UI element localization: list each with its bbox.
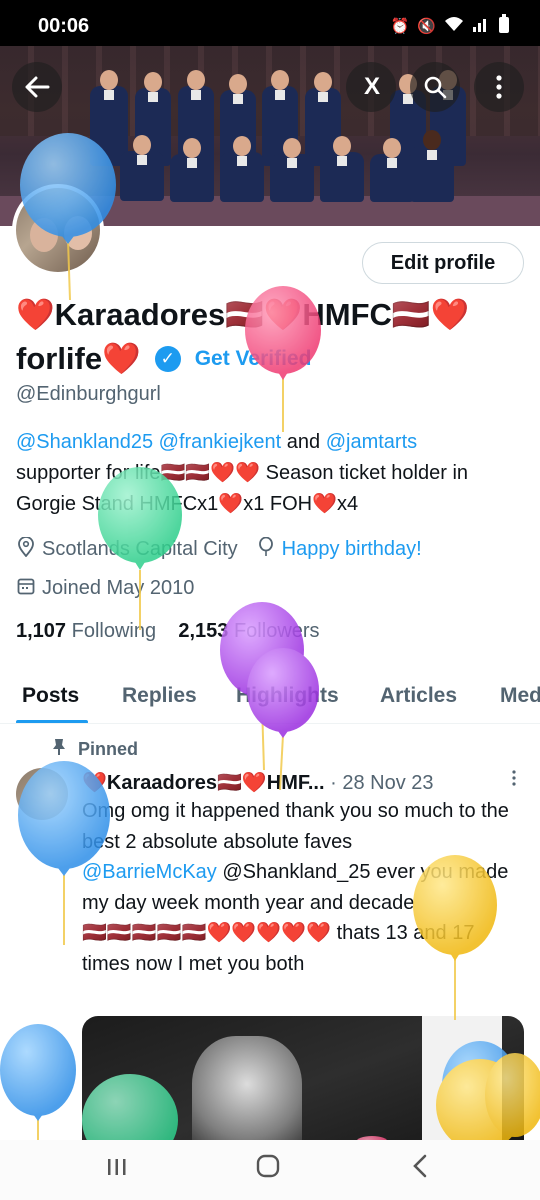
- profile-handle: @Edinburghgurl: [16, 383, 161, 405]
- search-button[interactable]: [410, 62, 460, 112]
- profile-bio: @Shankland25 @frankiejkent and @jamtarts…: [16, 427, 526, 520]
- tab-media[interactable]: Media: [500, 684, 540, 708]
- bio-mention[interactable]: @frankiejkent: [159, 431, 282, 453]
- profile-avatar[interactable]: [12, 184, 104, 276]
- tweet-media-image[interactable]: [82, 1016, 524, 1156]
- status-icons: ⏰ 🔇: [391, 14, 510, 38]
- following-link[interactable]: 1,107 Following: [16, 620, 156, 642]
- birthday-link[interactable]: Happy birthday!: [282, 538, 422, 561]
- location-icon: [16, 535, 36, 562]
- recents-icon[interactable]: [106, 1154, 128, 1185]
- signal-icon: [472, 16, 490, 36]
- grok-button[interactable]: X: [346, 62, 396, 112]
- follow-stats: 1,107 Following 2,153 Followers: [16, 620, 320, 643]
- profile-tabs: Posts Replies Highlights Articles Media: [0, 670, 540, 724]
- back-icon[interactable]: [410, 1154, 430, 1185]
- tweet-avatar[interactable]: [16, 768, 68, 820]
- bio-mention[interactable]: @jamtarts: [326, 431, 417, 453]
- display-name-line2: forlife❤️: [16, 341, 141, 376]
- search-icon: [424, 76, 447, 99]
- following-count: 1,107: [16, 620, 67, 642]
- joined-date: Joined May 2010: [42, 576, 195, 599]
- tweet-mention[interactable]: @BarrieMcKay: [82, 861, 217, 883]
- followers-link[interactable]: 2,153 Followers: [178, 620, 319, 642]
- bio-mention[interactable]: @Shankland25: [16, 431, 153, 453]
- battery-icon: [498, 14, 510, 38]
- tab-articles[interactable]: Articles: [380, 684, 457, 708]
- followers-count: 2,153: [178, 620, 229, 642]
- balloon-icon: [256, 536, 276, 562]
- tab-highlights[interactable]: Highlights: [236, 684, 339, 708]
- active-tab-indicator: [16, 720, 88, 723]
- grok-icon: X: [363, 73, 380, 100]
- status-bar: 00:06 ⏰ 🔇: [0, 0, 540, 46]
- mute-icon: 🔇: [417, 18, 436, 35]
- alarm-icon: ⏰: [390, 18, 410, 35]
- status-time: 00:06: [38, 15, 90, 37]
- more-vertical-icon: [496, 75, 502, 99]
- back-arrow-icon: [25, 76, 50, 98]
- bio-text: and: [286, 431, 321, 453]
- verified-badge-icon: ✓: [154, 346, 181, 372]
- pinned-label: Pinned: [52, 738, 138, 761]
- get-verified-link[interactable]: Get Verified: [195, 337, 312, 381]
- tab-posts[interactable]: Posts: [22, 684, 79, 708]
- display-name: ❤️Karaadores🇱🇻❤️HMFC🇱🇻❤️ forlife❤️ ✓ Get…: [16, 293, 526, 381]
- system-nav-bar: [0, 1140, 540, 1200]
- profile-location: Scotlands Capital City: [42, 537, 238, 560]
- pin-icon: [52, 738, 66, 761]
- tweet-more-icon[interactable]: [512, 770, 516, 791]
- tweet-text: Omg omg it happened thank you so much to…: [82, 800, 509, 975]
- bio-text: supporter for life🇱🇻🇱🇻❤️❤️ Season ticket…: [16, 462, 469, 515]
- wifi-icon: [444, 16, 464, 36]
- calendar-icon: [16, 577, 36, 600]
- tweet-date[interactable]: · 28 Nov 23: [330, 772, 433, 794]
- more-button[interactable]: [474, 62, 524, 112]
- tweet-author[interactable]: ❤️Karaadores🇱🇻❤️HMF...: [82, 772, 325, 794]
- tab-replies[interactable]: Replies: [122, 684, 197, 708]
- home-icon[interactable]: [256, 1154, 280, 1185]
- back-button[interactable]: [12, 62, 62, 112]
- profile-meta: Scotlands Capital City Happy birthday! J…: [16, 535, 526, 613]
- edit-profile-button[interactable]: Edit profile: [362, 242, 524, 284]
- tweet-header: ❤️Karaadores🇱🇻❤️HMF... · 28 Nov 23: [82, 770, 522, 795]
- display-name-line1: ❤️Karaadores🇱🇻❤️HMFC🇱🇻❤️: [16, 297, 470, 332]
